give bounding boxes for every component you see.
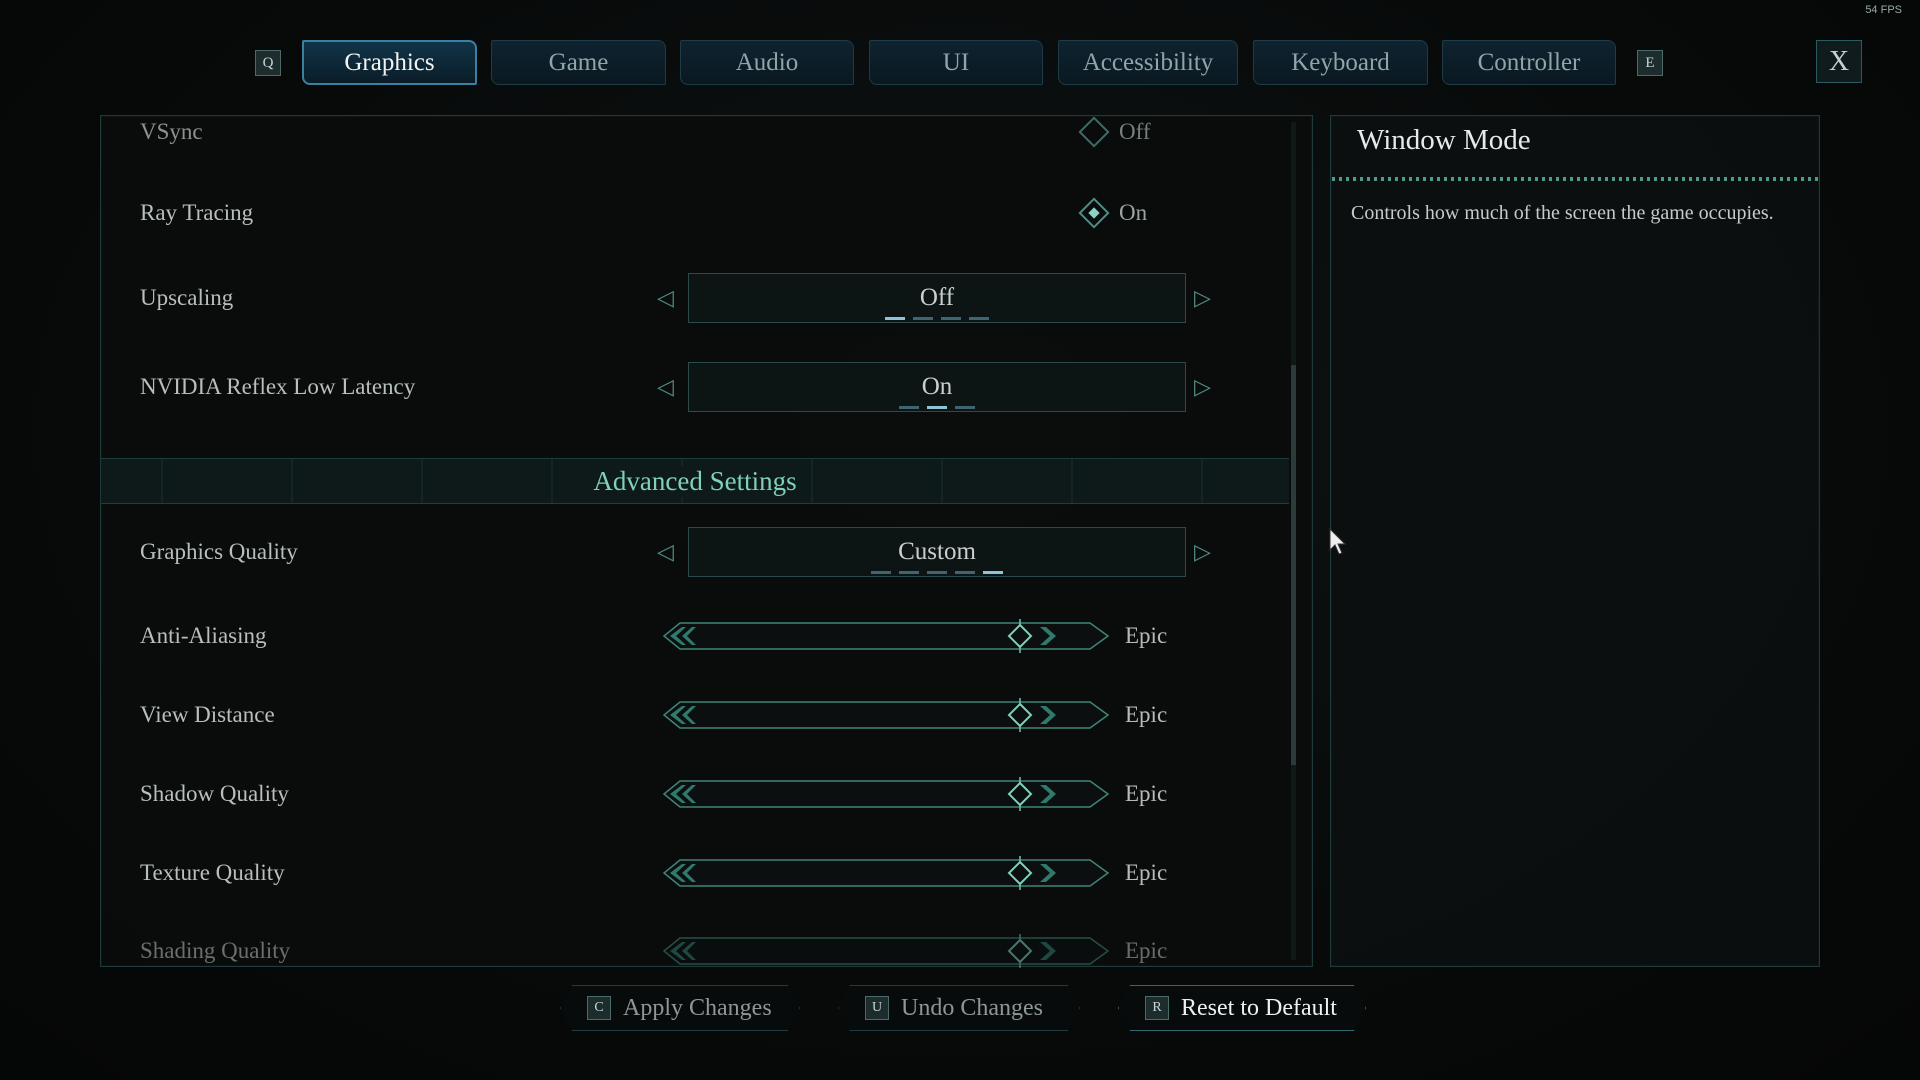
tab-game[interactable]: Game <box>491 40 666 85</box>
diamond-toggle-icon <box>1078 116 1110 148</box>
view-distance-label: View Distance <box>140 702 275 727</box>
info-panel <box>1330 115 1820 967</box>
diamond-toggle-icon <box>1078 197 1110 229</box>
option-dot <box>969 317 989 320</box>
option-indicator <box>689 317 1185 320</box>
close-button[interactable]: X <box>1816 40 1862 83</box>
apply-changes-button[interactable]: C Apply Changes <box>560 985 800 1031</box>
info-divider <box>1332 177 1818 181</box>
option-dot <box>913 317 933 320</box>
option-dot <box>983 571 1003 574</box>
anti-aliasing-value: Epic <box>1125 623 1168 648</box>
graphics-quality-selector[interactable]: Custom <box>688 527 1186 577</box>
tab-keyboard[interactable]: Keyboard <box>1253 40 1428 85</box>
option-dot <box>955 406 975 409</box>
upscaling-next-arrow-icon[interactable]: ▷ <box>1194 285 1211 311</box>
apply-changes-key: C <box>587 996 611 1020</box>
tab-ui[interactable]: UI <box>869 40 1043 85</box>
prev-tab-key[interactable]: Q <box>255 50 281 76</box>
tab-controller[interactable]: Controller <box>1442 40 1616 85</box>
reflex-label: NVIDIA Reflex Low Latency <box>140 374 416 399</box>
fps-counter: 54 FPS <box>1865 4 1902 16</box>
option-dot <box>955 571 975 574</box>
option-indicator <box>689 571 1185 574</box>
reset-to-default-button[interactable]: R Reset to Default <box>1118 985 1366 1031</box>
info-title: Window Mode <box>1357 124 1531 156</box>
option-dot <box>899 406 919 409</box>
tab-audio[interactable]: Audio <box>680 40 854 85</box>
tab-graphics[interactable]: Graphics <box>302 40 477 85</box>
vsync-value: Off <box>1119 119 1151 144</box>
shadow-quality-label: Shadow Quality <box>140 781 289 806</box>
mouse-cursor-icon <box>1329 528 1347 555</box>
graphics-quality-label: Graphics Quality <box>140 539 298 564</box>
upscaling-value: Off <box>919 284 955 311</box>
view-distance-value: Epic <box>1125 702 1168 727</box>
texture-quality-label: Texture Quality <box>140 860 285 885</box>
graphics-quality-next-arrow-icon[interactable]: ▷ <box>1194 539 1211 565</box>
reflex-selector[interactable]: On <box>688 362 1186 412</box>
shading-quality-value: Epic <box>1125 938 1168 963</box>
undo-changes-label: Undo Changes <box>901 994 1043 1021</box>
option-indicator <box>689 406 1185 409</box>
shadow-quality-value: Epic <box>1125 781 1168 806</box>
tab-accessibility[interactable]: Accessibility <box>1058 40 1238 85</box>
texture-quality-value: Epic <box>1125 860 1168 885</box>
graphics-quality-prev-arrow-icon[interactable]: ◁ <box>657 539 674 565</box>
reset-to-default-key: R <box>1145 996 1169 1020</box>
upscaling-label: Upscaling <box>140 285 234 310</box>
texture-quality-slider[interactable] <box>660 856 1112 890</box>
option-dot <box>941 317 961 320</box>
advanced-settings-header: Advanced Settings <box>101 458 1289 504</box>
next-tab-key[interactable]: E <box>1637 50 1663 76</box>
info-description: Controls how much of the screen the game… <box>1351 202 1774 224</box>
reset-to-default-label: Reset to Default <box>1181 994 1337 1021</box>
reflex-prev-arrow-icon[interactable]: ◁ <box>657 374 674 400</box>
ray-tracing-value: On <box>1119 200 1148 225</box>
option-dot <box>899 571 919 574</box>
advanced-settings-title: Advanced Settings <box>579 465 811 497</box>
scrollbar-thumb[interactable] <box>1291 365 1296 765</box>
anti-aliasing-slider[interactable] <box>660 619 1112 653</box>
upscaling-prev-arrow-icon[interactable]: ◁ <box>657 285 674 311</box>
shadow-quality-slider[interactable] <box>660 777 1112 811</box>
shading-quality-slider[interactable] <box>660 934 1112 968</box>
undo-changes-key: U <box>865 996 889 1020</box>
ray-tracing-label: Ray Tracing <box>140 200 254 225</box>
reflex-next-arrow-icon[interactable]: ▷ <box>1194 374 1211 400</box>
view-distance-slider[interactable] <box>660 698 1112 732</box>
ray-tracing-toggle[interactable]: On <box>1078 197 1148 229</box>
graphics-quality-value: Custom <box>898 538 976 565</box>
reflex-value: On <box>921 373 953 400</box>
apply-changes-label: Apply Changes <box>623 994 772 1021</box>
shading-quality-label: Shading Quality <box>140 938 291 963</box>
undo-changes-button[interactable]: U Undo Changes <box>838 985 1080 1031</box>
option-dot <box>885 317 905 320</box>
option-dot <box>927 406 947 409</box>
option-dot <box>927 571 947 574</box>
vsync-toggle[interactable]: Off <box>1078 116 1151 148</box>
option-dot <box>871 571 891 574</box>
anti-aliasing-label: Anti-Aliasing <box>140 623 267 648</box>
vsync-label: VSync <box>140 119 203 144</box>
upscaling-selector[interactable]: Off <box>688 273 1186 323</box>
